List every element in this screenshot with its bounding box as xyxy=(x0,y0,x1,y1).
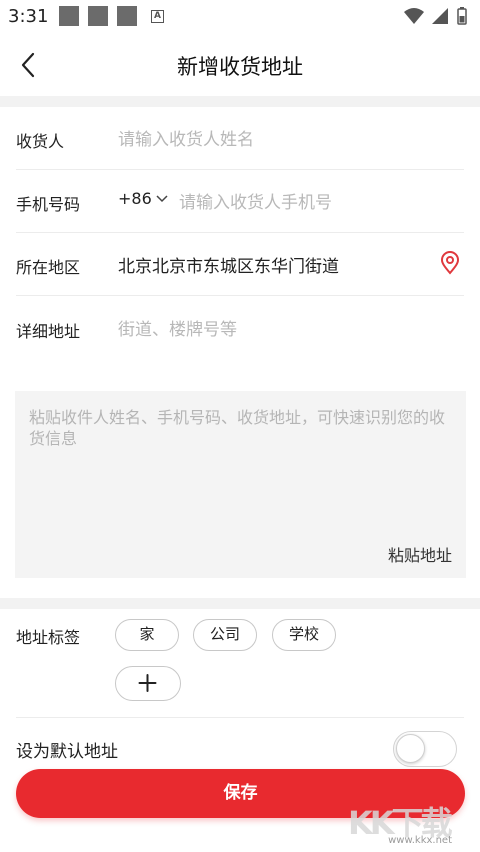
country-code: +86 xyxy=(118,189,152,208)
region-value[interactable]: 北京北京市东城区东华门街道 xyxy=(118,252,339,277)
chevron-down-icon xyxy=(156,194,168,202)
tag-chip-school[interactable]: 学校 xyxy=(272,619,336,651)
region-label: 所在地区 xyxy=(16,258,81,277)
status-time: 3:31 xyxy=(8,6,49,27)
section-divider xyxy=(16,717,464,718)
name-row: 收货人 请输入收货人姓名 xyxy=(0,107,480,170)
notification-icon xyxy=(59,6,79,26)
phone-label: 手机号码 xyxy=(16,195,81,214)
name-input[interactable]: 请输入收货人姓名 xyxy=(118,125,254,150)
watermark-url: www.kkx.net xyxy=(388,835,452,846)
name-label: 收货人 xyxy=(16,132,65,151)
region-row[interactable]: 所在地区 北京北京市东城区东华门街道 xyxy=(0,233,480,296)
nav-bar: 新增收货地址 xyxy=(0,34,480,96)
phone-row: 手机号码 +86 请输入收货人手机号 xyxy=(0,170,480,233)
default-address-label: 设为默认地址 xyxy=(16,742,118,762)
watermark-logo: KK下载 www.kkx.net xyxy=(348,798,458,848)
phone-input[interactable]: 请输入收货人手机号 xyxy=(179,188,332,213)
divider-band xyxy=(0,96,480,107)
paste-address-box[interactable]: 粘贴收件人姓名、手机号码、收货地址，可快速识别您的收货信息 粘贴地址 xyxy=(15,391,466,578)
detail-label: 详细地址 xyxy=(16,322,81,341)
address-tags-label: 地址标签 xyxy=(16,628,81,647)
default-address-toggle[interactable] xyxy=(393,731,457,767)
location-pin-icon xyxy=(440,251,460,275)
tag-chip-home[interactable]: 家 xyxy=(115,619,179,651)
toggle-knob xyxy=(396,734,425,763)
paste-address-button[interactable]: 粘贴地址 xyxy=(388,542,452,566)
country-code-selector[interactable]: +86 xyxy=(118,189,168,208)
location-button[interactable] xyxy=(440,251,460,275)
detail-row: 详细地址 街道、楼牌号等 xyxy=(0,296,480,359)
page-title: 新增收货地址 xyxy=(177,55,303,79)
detail-input[interactable]: 街道、楼牌号等 xyxy=(118,315,237,340)
notification-icon xyxy=(117,6,137,26)
status-bar: 3:31 A xyxy=(0,0,480,34)
status-icons xyxy=(402,5,472,31)
notification-a-icon: A xyxy=(151,10,164,23)
wifi-signal-battery-icon xyxy=(404,7,467,25)
paste-placeholder: 粘贴收件人姓名、手机号码、收货地址，可快速识别您的收货信息 xyxy=(29,408,446,448)
divider-band xyxy=(0,598,480,609)
plus-icon xyxy=(138,674,157,692)
tag-chip-company[interactable]: 公司 xyxy=(193,619,257,651)
notification-icon xyxy=(88,6,108,26)
add-tag-button[interactable] xyxy=(115,666,181,701)
